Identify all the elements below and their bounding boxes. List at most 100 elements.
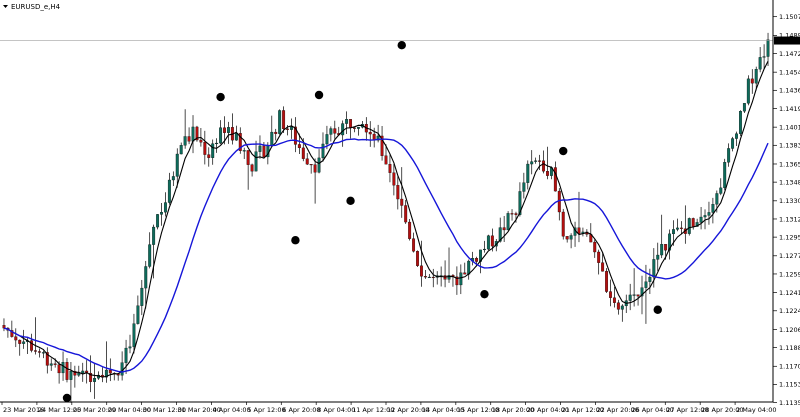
candle-body [199,139,203,143]
candle-body [731,138,735,149]
candle-body [274,131,278,134]
signal-marker [559,146,568,156]
candle-body [542,160,545,172]
time-tick-label: 6 Apr 20:00 [282,406,320,414]
candle-body [530,161,534,165]
candle-body [156,214,160,228]
candle-body [636,294,640,297]
candle-body [447,275,451,280]
candle-body [297,144,301,149]
candle-body [203,142,207,155]
candle-body [601,262,605,272]
candle [687,217,691,236]
time-tick-label: 2 May 04:00 [736,406,776,414]
candle-body [510,213,514,215]
candle-body [124,347,128,363]
price-tick-label: 1.14720 [779,50,800,58]
candle-body [136,305,140,324]
candle-body [132,323,136,347]
signal-marker [397,40,406,50]
candle-body [368,131,372,135]
candle-body [152,226,156,245]
candle-body [506,213,510,231]
candle-body [321,143,325,159]
candle-body [65,362,69,380]
candle-body [719,187,723,194]
candle-body [258,145,262,152]
candle-body [211,143,215,158]
price-tick-label: 1.12950 [779,233,800,241]
price-tick-label: 1.11355 [779,399,800,407]
price-tick-label: 1.13125 [779,215,800,223]
candle-body [400,198,404,206]
candle [278,109,282,135]
signal-marker [480,289,489,299]
candle-body [514,213,518,215]
candle-body [183,136,187,146]
candle-body [467,260,471,275]
candle-body [313,164,317,173]
candle [416,250,419,268]
candle-body [69,371,73,380]
candle [723,158,727,191]
signal-marker [346,196,355,206]
candle-body [175,153,179,177]
chart-title: EURUSD_e,H4 [3,3,61,11]
signal-marker [216,92,225,102]
candle-body [612,297,616,303]
candle-body [679,227,683,229]
candle-body [758,57,762,70]
candle-body [250,164,254,172]
candle-body [427,276,431,279]
candle-body [699,216,703,223]
candle [561,208,565,240]
candle-body [419,265,423,277]
price-tick-label: 1.11530 [779,381,800,389]
price-tick-label: 1.14190 [779,105,800,113]
candle-body [246,150,250,165]
signal-marker [314,90,324,100]
candle-body [187,136,191,142]
candle [156,213,160,230]
candle-body [37,351,41,353]
candle-body [160,212,163,215]
candle-body [341,123,345,136]
candle-body [628,294,632,301]
candle-body [219,127,223,144]
price-tick-label: 1.12770 [779,252,800,260]
candle-body [475,258,479,262]
candle-body [57,364,61,374]
candle-body [191,126,195,142]
price-tick-label: 1.11705 [779,363,800,371]
candle-body [167,179,171,203]
candle-body [597,251,601,263]
candle-body [305,158,309,165]
candle-body [349,119,353,128]
candle-body [242,150,246,152]
candle-body [227,127,230,133]
candle-body [459,272,463,286]
price-chart[interactable]: EURUSD_e,H4 1.150751.148951.147201.14540… [0,0,800,417]
candle-body [746,78,750,104]
candle-body [675,227,679,230]
candle-body [34,350,37,352]
candle-body [490,235,494,247]
candle-body [333,128,337,134]
candle-body [644,281,648,288]
price-tick-label: 1.14540 [779,68,800,76]
candle-body [486,235,490,250]
candle-body [656,254,660,260]
candle-body [179,145,183,155]
candle-body [345,119,349,124]
chart-title-text: EURUSD_e,H4 [11,3,61,11]
candle-body [61,362,65,374]
candle-body [223,127,226,133]
candle-body [18,339,22,344]
candle-body [672,229,675,235]
current-price-box: 1.14845 [774,36,800,45]
candle-body [522,182,526,192]
candle-body [750,78,754,84]
candle-body [652,259,656,278]
candle-body [687,218,691,234]
signal-marker [653,305,662,314]
